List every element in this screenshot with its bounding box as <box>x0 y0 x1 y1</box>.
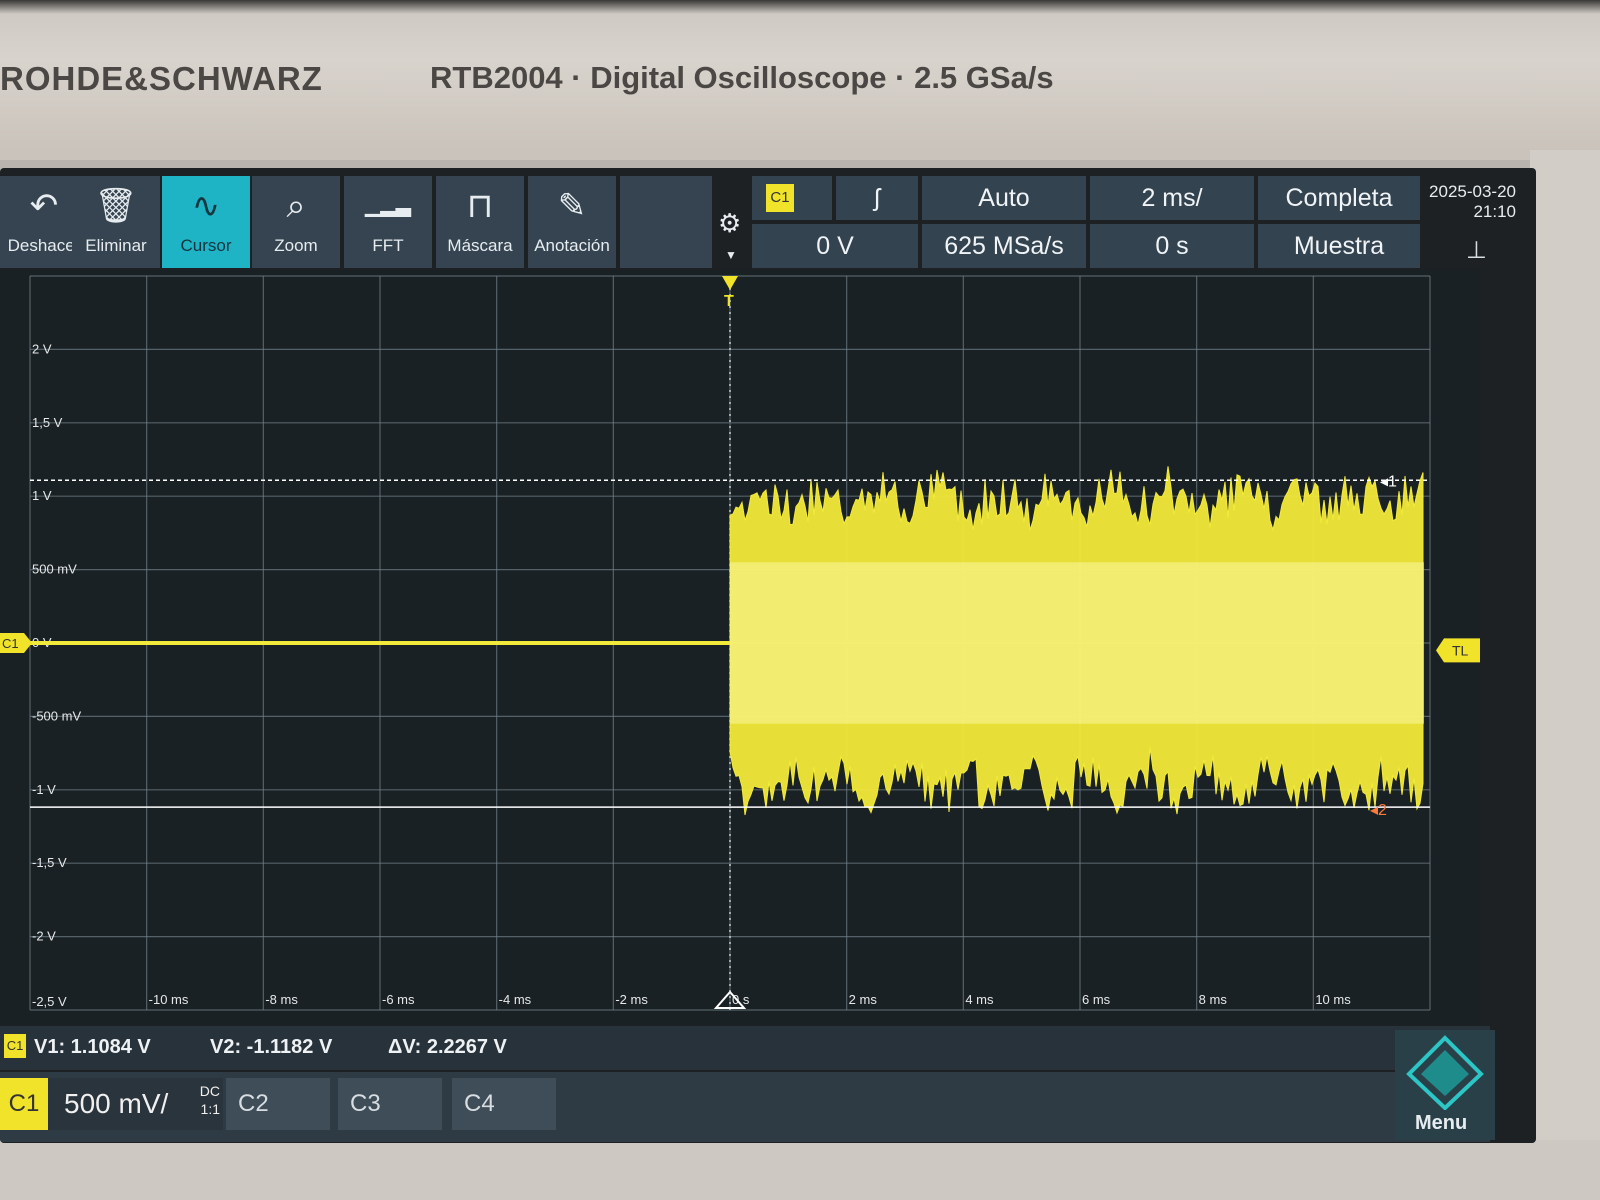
cursor-delta-value: ΔV: 2.2267 V <box>388 1036 507 1058</box>
y-tick-label: 500 mV <box>32 562 77 577</box>
waveform-plot[interactable]: 2 V1,5 V1 V500 mV0 V-500 mV-1 V-1,5 V-2 … <box>0 270 1480 1025</box>
cursor-1-marker: ◂1 <box>1380 473 1397 490</box>
cursor-label: Cursor <box>180 236 232 255</box>
oscilloscope-screen: ↶ Deshacer 🗑 Eliminar ∿ Cursor ⌕ Zoom ▁▂… <box>0 168 1536 1143</box>
y-tick-label: -1 V <box>32 782 56 797</box>
zoom-label: Zoom <box>274 236 318 255</box>
annotation-label: Anotación <box>534 236 610 255</box>
x-tick-label: -10 ms <box>149 992 189 1007</box>
cursor-readout: C1 V1: 1.1084 V V2: -1.1182 V ΔV: 2.2267… <box>0 1026 1490 1070</box>
channel-3-button[interactable]: C3 <box>338 1078 442 1130</box>
trigger-source-badge: C1 <box>766 184 794 212</box>
gear-icon[interactable]: ⚙ <box>718 208 741 239</box>
channel-1-coupling: DC 1:1 <box>198 1082 220 1118</box>
brand-logo: ROHDE&SCHWARZ <box>0 60 323 97</box>
channel-2-label: C2 <box>238 1090 269 1117</box>
time-offset-cell[interactable]: 0 s <box>1090 224 1254 268</box>
acq-mode-value: Completa <box>1285 184 1393 212</box>
cursor-v2-value: V2: -1.1182 V <box>210 1036 333 1058</box>
x-tick-label: 4 ms <box>965 992 994 1007</box>
mask-button[interactable]: ⊓ Máscara <box>436 176 524 268</box>
trigger-mode-cell[interactable]: Auto <box>922 176 1086 220</box>
network-icon[interactable]: ⊥ <box>1466 236 1487 265</box>
x-tick-label: -4 ms <box>499 992 532 1007</box>
annotation-button[interactable]: ✎ Anotación <box>528 176 616 268</box>
channel-2-button[interactable]: C2 <box>226 1078 330 1130</box>
time: 21:10 <box>1473 202 1516 221</box>
readout-channel-badge: C1 <box>4 1034 26 1058</box>
trigger-mode-value: Auto <box>978 184 1030 212</box>
acq-type-cell[interactable]: Muestra <box>1258 224 1420 268</box>
x-tick-label: 6 ms <box>1082 992 1111 1007</box>
cursor-button[interactable]: ∿ Cursor <box>162 176 250 268</box>
channel-offset-label: C1 <box>2 636 19 651</box>
fft-icon: ▁▂▃ <box>364 195 412 217</box>
x-tick-label: 10 ms <box>1315 992 1351 1007</box>
timebase-cell[interactable]: 2 ms/ <box>1090 176 1254 220</box>
trigger-source-cell[interactable]: C1 <box>752 176 832 220</box>
trash-icon: 🗑 <box>94 187 138 225</box>
trigger-level-marker: TL <box>1452 642 1469 658</box>
channel-bar: C1 500 mV/ DC 1:1 C2 C3 C4 <box>0 1072 1490 1142</box>
channel-4-label: C4 <box>464 1090 495 1117</box>
x-tick-label: -2 ms <box>615 992 648 1007</box>
fft-label: FFT <box>372 236 404 255</box>
acq-type-value: Muestra <box>1293 232 1385 260</box>
delete-label: Eliminar <box>85 236 147 255</box>
rising-edge-icon: ʃ <box>874 184 880 212</box>
cursor-wave-icon: ∿ <box>191 187 221 225</box>
zoom-icon: ⌕ <box>286 187 306 225</box>
datetime: 2025-03-20 21:10 <box>1420 182 1516 222</box>
sample-rate-value: 625 MSa/s <box>944 232 1064 260</box>
y-tick-label: -500 mV <box>32 708 81 723</box>
trigger-slope-cell[interactable]: ʃ <box>836 176 918 220</box>
trigger-level-value: 0 V <box>816 232 854 260</box>
sample-rate-cell[interactable]: 625 MSa/s <box>922 224 1086 268</box>
model-line: RTB2004 · Digital Oscilloscope · 2.5 GSa… <box>430 60 1054 95</box>
y-tick-label: -1,5 V <box>32 855 67 870</box>
cursor-2-marker: ◂2 <box>1370 802 1387 819</box>
channel-1-button[interactable]: C1 <box>0 1078 48 1130</box>
cursor-v1-value: V1: 1.1084 V <box>34 1036 151 1058</box>
channel-1-probe-ratio: 1:1 <box>200 1101 220 1117</box>
delete-button[interactable]: 🗑 Eliminar <box>72 176 160 268</box>
y-tick-label: -2,5 V <box>32 994 67 1009</box>
channel-1-scale[interactable]: 500 mV/ <box>48 1078 223 1130</box>
x-tick-label: -8 ms <box>265 992 298 1007</box>
instrument-bezel-right <box>1530 150 1600 1150</box>
y-tick-label: 1 V <box>32 488 52 503</box>
trigger-position-marker: T <box>724 293 734 310</box>
waveform-svg[interactable]: 2 V1,5 V1 V500 mV0 V-500 mV-1 V-1,5 V-2 … <box>0 270 1480 1025</box>
mask-icon: ⊓ <box>466 187 494 225</box>
date: 2025-03-20 <box>1429 182 1516 201</box>
channel-3-label: C3 <box>350 1090 381 1117</box>
channel-4-button[interactable]: C4 <box>452 1078 556 1130</box>
menu-label: Menu <box>1415 1112 1468 1134</box>
y-tick-label: -2 V <box>32 929 56 944</box>
y-tick-label: 2 V <box>32 341 52 356</box>
x-tick-label: 8 ms <box>1199 992 1228 1007</box>
time-offset-value: 0 s <box>1155 232 1189 260</box>
timebase-value: 2 ms/ <box>1141 184 1203 212</box>
toolbar-empty-slot <box>620 176 712 268</box>
zoom-button[interactable]: ⌕ Zoom <box>252 176 340 268</box>
x-tick-label: -6 ms <box>382 992 415 1007</box>
y-tick-label: 1,5 V <box>32 415 63 430</box>
pencil-icon: ✎ <box>557 187 587 225</box>
acq-mode-cell[interactable]: Completa <box>1258 176 1420 220</box>
channel-1-coupling-mode: DC <box>199 1083 220 1099</box>
rs-logo-icon <box>1406 1035 1484 1111</box>
waveform-core <box>730 562 1424 724</box>
chevron-down-icon[interactable]: ▼ <box>725 248 737 262</box>
instrument-bezel-top: ROHDE&SCHWARZ RTB2004 · Digital Oscillos… <box>0 0 1600 160</box>
x-tick-label: 2 ms <box>849 992 878 1007</box>
trigger-level-cell[interactable]: 0 V <box>752 224 918 268</box>
mask-label: Máscara <box>447 236 513 255</box>
fft-button[interactable]: ▁▂▃ FFT <box>344 176 432 268</box>
instrument-bezel-bottom <box>0 1140 1600 1200</box>
